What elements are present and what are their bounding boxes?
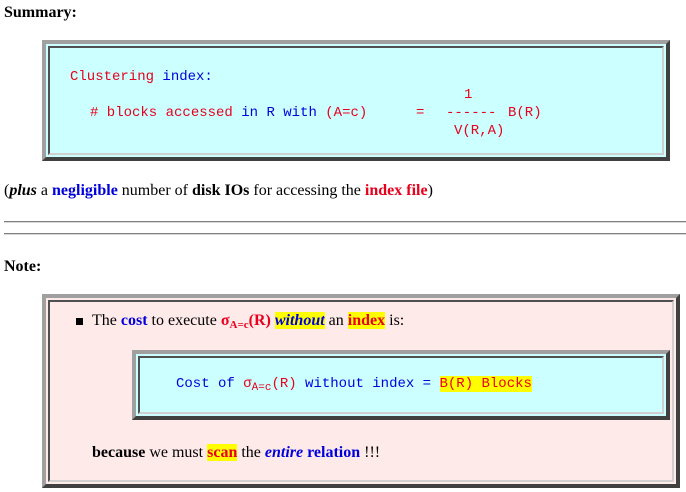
bullet-is: is: bbox=[385, 312, 405, 329]
note-number-of: number of bbox=[117, 182, 192, 199]
divider-2 bbox=[4, 233, 686, 235]
summary-heading: Summary: bbox=[4, 4, 77, 21]
note-box: The cost to execute σA=c(R) without an i… bbox=[42, 294, 680, 488]
bullet-sigma-subscript: A=c bbox=[229, 319, 249, 331]
formula-title-clustering: Clustering bbox=[70, 69, 155, 85]
note-heading: Note: bbox=[4, 258, 42, 275]
note-plus: plus bbox=[9, 182, 37, 199]
because-text: because we must scan the entire relation… bbox=[92, 442, 380, 464]
because-relation: relation bbox=[303, 444, 361, 461]
note-disk-ios: disk IOs bbox=[192, 182, 250, 199]
because-the: the bbox=[237, 444, 265, 461]
bullet-cost: cost bbox=[120, 312, 148, 329]
because-bangs: !!! bbox=[360, 444, 381, 461]
note-index-file: index file bbox=[364, 182, 428, 199]
formula-equation: # blocks accessed in R with (A=c) bbox=[90, 105, 367, 121]
because-we-must: we must bbox=[145, 444, 208, 461]
fraction-numerator: 1 bbox=[464, 87, 473, 103]
formula-lhs-condition: (A=c) bbox=[325, 105, 368, 121]
bullet-to-execute: to execute bbox=[147, 312, 221, 329]
bullet-index: index bbox=[347, 312, 386, 329]
cost-sigma-subscript: A=c bbox=[251, 382, 272, 394]
note-paren-close: ) bbox=[427, 182, 433, 199]
cost-formula: Cost of σA=c(R) without index = B(R) Blo… bbox=[176, 376, 532, 394]
formula-inner-frame bbox=[48, 46, 664, 155]
cost-sigma-expression: σA=c(R) bbox=[243, 376, 297, 394]
cost-without-index: without index bbox=[296, 376, 415, 392]
formula-lhs-in-r: in R with bbox=[241, 105, 317, 121]
bullet-sigma-arg: (R) bbox=[248, 312, 271, 329]
bullet-text: The cost to execute σA=c(R) without an i… bbox=[92, 310, 404, 336]
formula-title: Clustering index: bbox=[70, 69, 213, 85]
bullet-square-icon bbox=[76, 318, 83, 325]
note-negligible: negligible bbox=[52, 182, 118, 199]
bullet-an: an bbox=[324, 312, 348, 329]
formula-equals: = bbox=[416, 105, 425, 121]
bullet-sigma: σ bbox=[220, 312, 230, 329]
summary-note: (plus a negligible number of disk IOs fo… bbox=[4, 182, 433, 200]
fraction-denominator: V(R,A) bbox=[454, 123, 505, 139]
because-scan: scan bbox=[207, 444, 238, 461]
formula-rhs: B(R) bbox=[508, 105, 542, 121]
cost-blocks: B(R) Blocks bbox=[439, 376, 532, 392]
cost-formula-box: Cost of σA=c(R) without index = B(R) Blo… bbox=[132, 350, 670, 420]
formula-lhs-blocks: # blocks accessed bbox=[90, 105, 233, 121]
cost-sigma: σ bbox=[243, 376, 252, 392]
divider-1 bbox=[4, 221, 686, 223]
formula-title-index: index: bbox=[162, 69, 213, 85]
because-word: because bbox=[92, 444, 146, 461]
bullet-sigma-expression: σA=c(R) bbox=[220, 312, 271, 331]
because-entire: entire bbox=[264, 444, 304, 461]
cost-equals: = bbox=[414, 376, 440, 392]
clustering-index-formula-box: Clustering index: 1 # blocks accessed in… bbox=[42, 40, 670, 161]
cost-of: Cost of bbox=[176, 376, 244, 392]
note-for-accessing: for accessing the bbox=[249, 182, 365, 199]
bullet-the: The bbox=[92, 312, 121, 329]
note-a: a bbox=[36, 182, 53, 199]
fraction-bar: ------ bbox=[446, 105, 497, 121]
cost-sigma-arg: (R) bbox=[271, 376, 297, 392]
bullet-without: without bbox=[274, 312, 325, 329]
